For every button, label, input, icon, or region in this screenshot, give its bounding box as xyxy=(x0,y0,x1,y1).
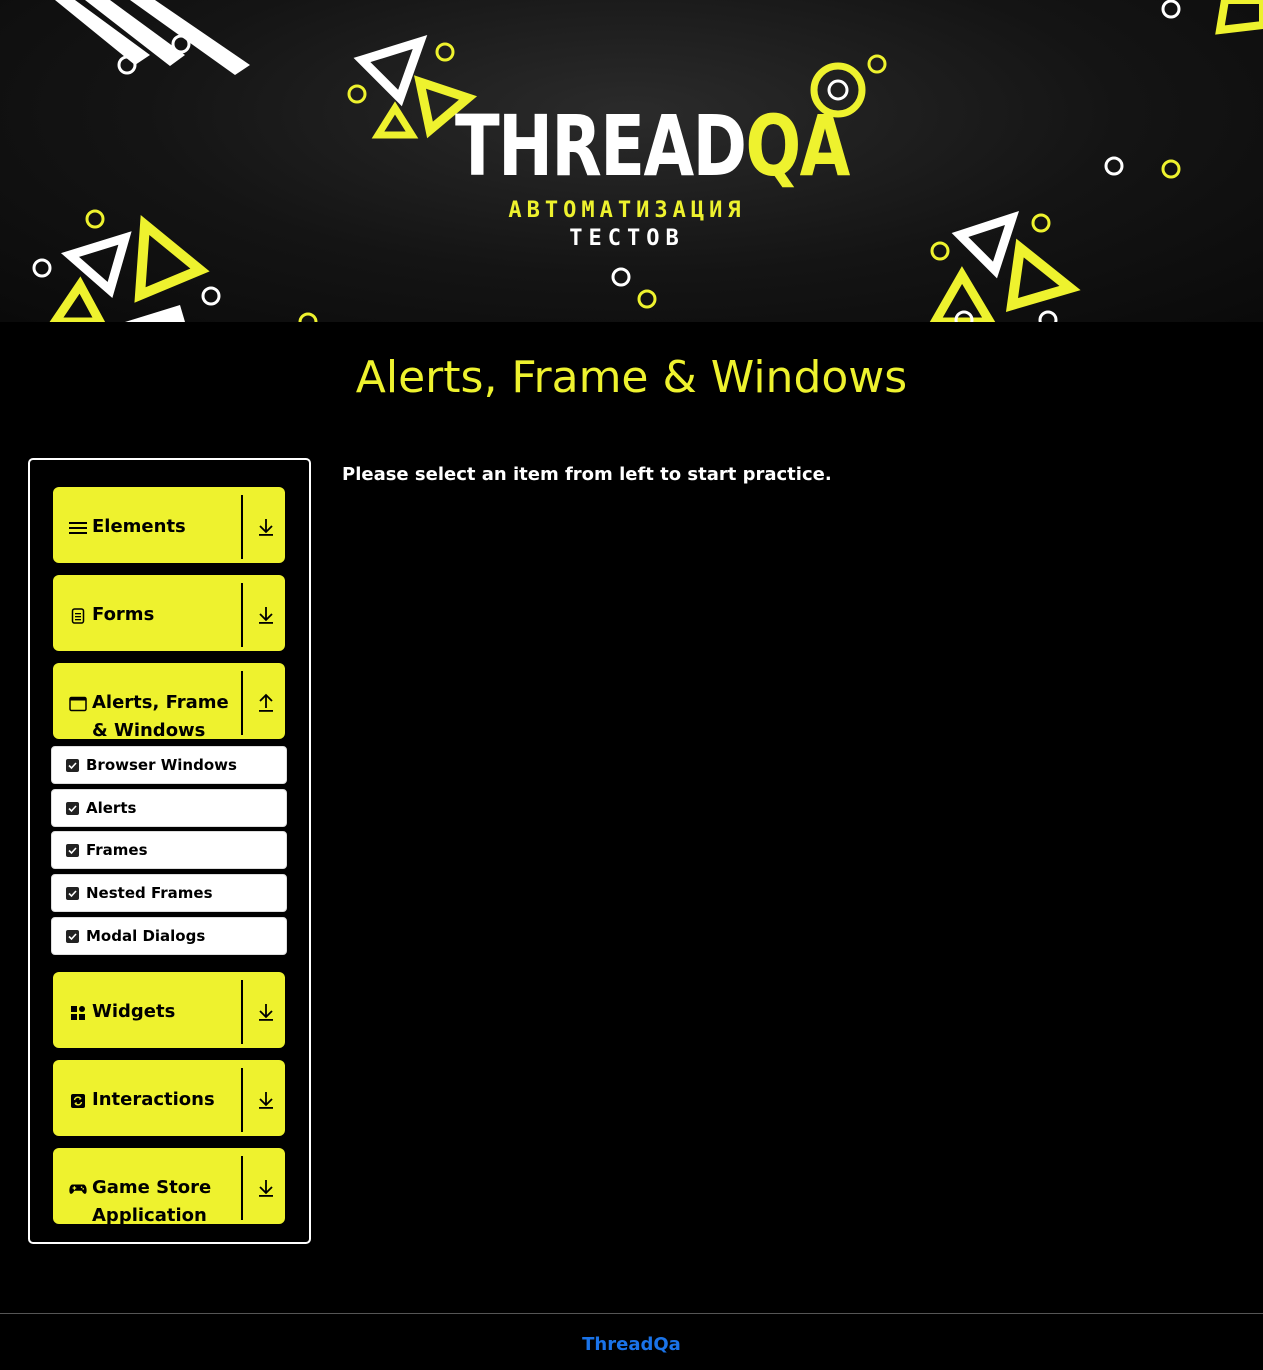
group-divider xyxy=(241,980,243,1044)
logo-subtitle-1: АВТОМАТИЗАЦИЯ xyxy=(508,198,746,223)
sidebar-group-game-store-application[interactable]: Game Store Application xyxy=(53,1148,285,1226)
checkbox-icon xyxy=(66,759,79,772)
checkbox-icon xyxy=(66,802,79,815)
sidebar-group-forms[interactable]: Forms xyxy=(53,575,285,651)
grid-icon xyxy=(69,1004,87,1022)
checkbox-icon xyxy=(66,844,79,857)
page-title: Alerts, Frame & Windows xyxy=(355,352,908,403)
sidebar-item-frames[interactable]: Frames xyxy=(51,831,287,869)
group-divider xyxy=(241,1068,243,1132)
sidebar-item-label: Frames xyxy=(86,841,148,859)
group-divider xyxy=(241,671,243,735)
gamepad-icon xyxy=(69,1180,87,1198)
sidebar-item-nested-frames[interactable]: Nested Frames xyxy=(51,874,287,912)
banner-logo: THREADQA xyxy=(455,97,850,195)
document-icon xyxy=(69,607,87,625)
sidebar-item-alerts[interactable]: Alerts xyxy=(51,789,287,827)
footer: ThreadQa xyxy=(0,1313,1263,1370)
sidebar-group-label: Widgets xyxy=(92,1001,176,1022)
sidebar-item-label: Modal Dialogs xyxy=(86,927,206,945)
logo-text-yellow: QA xyxy=(745,97,850,195)
hamburger-icon xyxy=(69,519,87,537)
sidebar-group-label: Elements xyxy=(92,516,186,537)
arrow-down-icon[interactable] xyxy=(257,1090,275,1110)
logo-text-white: THREAD xyxy=(455,97,747,195)
sidebar-group-elements[interactable]: Elements xyxy=(53,487,285,563)
sidebar-group-label: Interactions xyxy=(92,1089,215,1110)
sidebar-group-label: Game Store Application xyxy=(92,1177,212,1226)
arrow-down-icon[interactable] xyxy=(257,1178,275,1198)
header-banner: THREADQA АВТОМАТИЗАЦИЯ ТЕСТОВ xyxy=(0,0,1263,322)
repeat-icon xyxy=(69,1092,87,1110)
arrow-down-icon[interactable] xyxy=(257,517,275,537)
sidebar-item-label: Alerts xyxy=(86,799,137,817)
logo-subtitle-2: ТЕСТОВ xyxy=(569,226,685,251)
sidebar-group-label: Alerts, Frame & Windows xyxy=(92,692,229,741)
group-divider xyxy=(241,1156,243,1220)
sidebar-item-browser-windows[interactable]: Browser Windows xyxy=(51,746,287,784)
sidebar-item-modal-dialogs[interactable]: Modal Dialogs xyxy=(51,917,287,955)
sidebar-group-interactions[interactable]: Interactions xyxy=(53,1060,285,1136)
sidebar-group-label: Forms xyxy=(92,604,155,625)
arrow-down-icon[interactable] xyxy=(257,1002,275,1022)
arrow-down-icon[interactable] xyxy=(257,605,275,625)
window-icon xyxy=(69,695,87,713)
checkbox-icon xyxy=(66,887,79,900)
sidebar-item-label: Nested Frames xyxy=(86,884,213,902)
footer-link[interactable]: ThreadQa xyxy=(0,1334,1263,1355)
main-instruction-text: Please select an item from left to start… xyxy=(342,464,832,485)
checkbox-icon xyxy=(66,930,79,943)
group-divider xyxy=(241,495,243,559)
sidebar-group-widgets[interactable]: Widgets xyxy=(53,972,285,1048)
sidebar-item-label: Browser Windows xyxy=(86,756,237,774)
sidebar-group-alerts-frame-windows[interactable]: Alerts, Frame & Windows xyxy=(53,663,285,741)
arrow-up-icon[interactable] xyxy=(257,693,275,713)
sidebar: Elements Forms Alerts, Frame & Windows B… xyxy=(28,458,311,1244)
group-divider xyxy=(241,583,243,647)
